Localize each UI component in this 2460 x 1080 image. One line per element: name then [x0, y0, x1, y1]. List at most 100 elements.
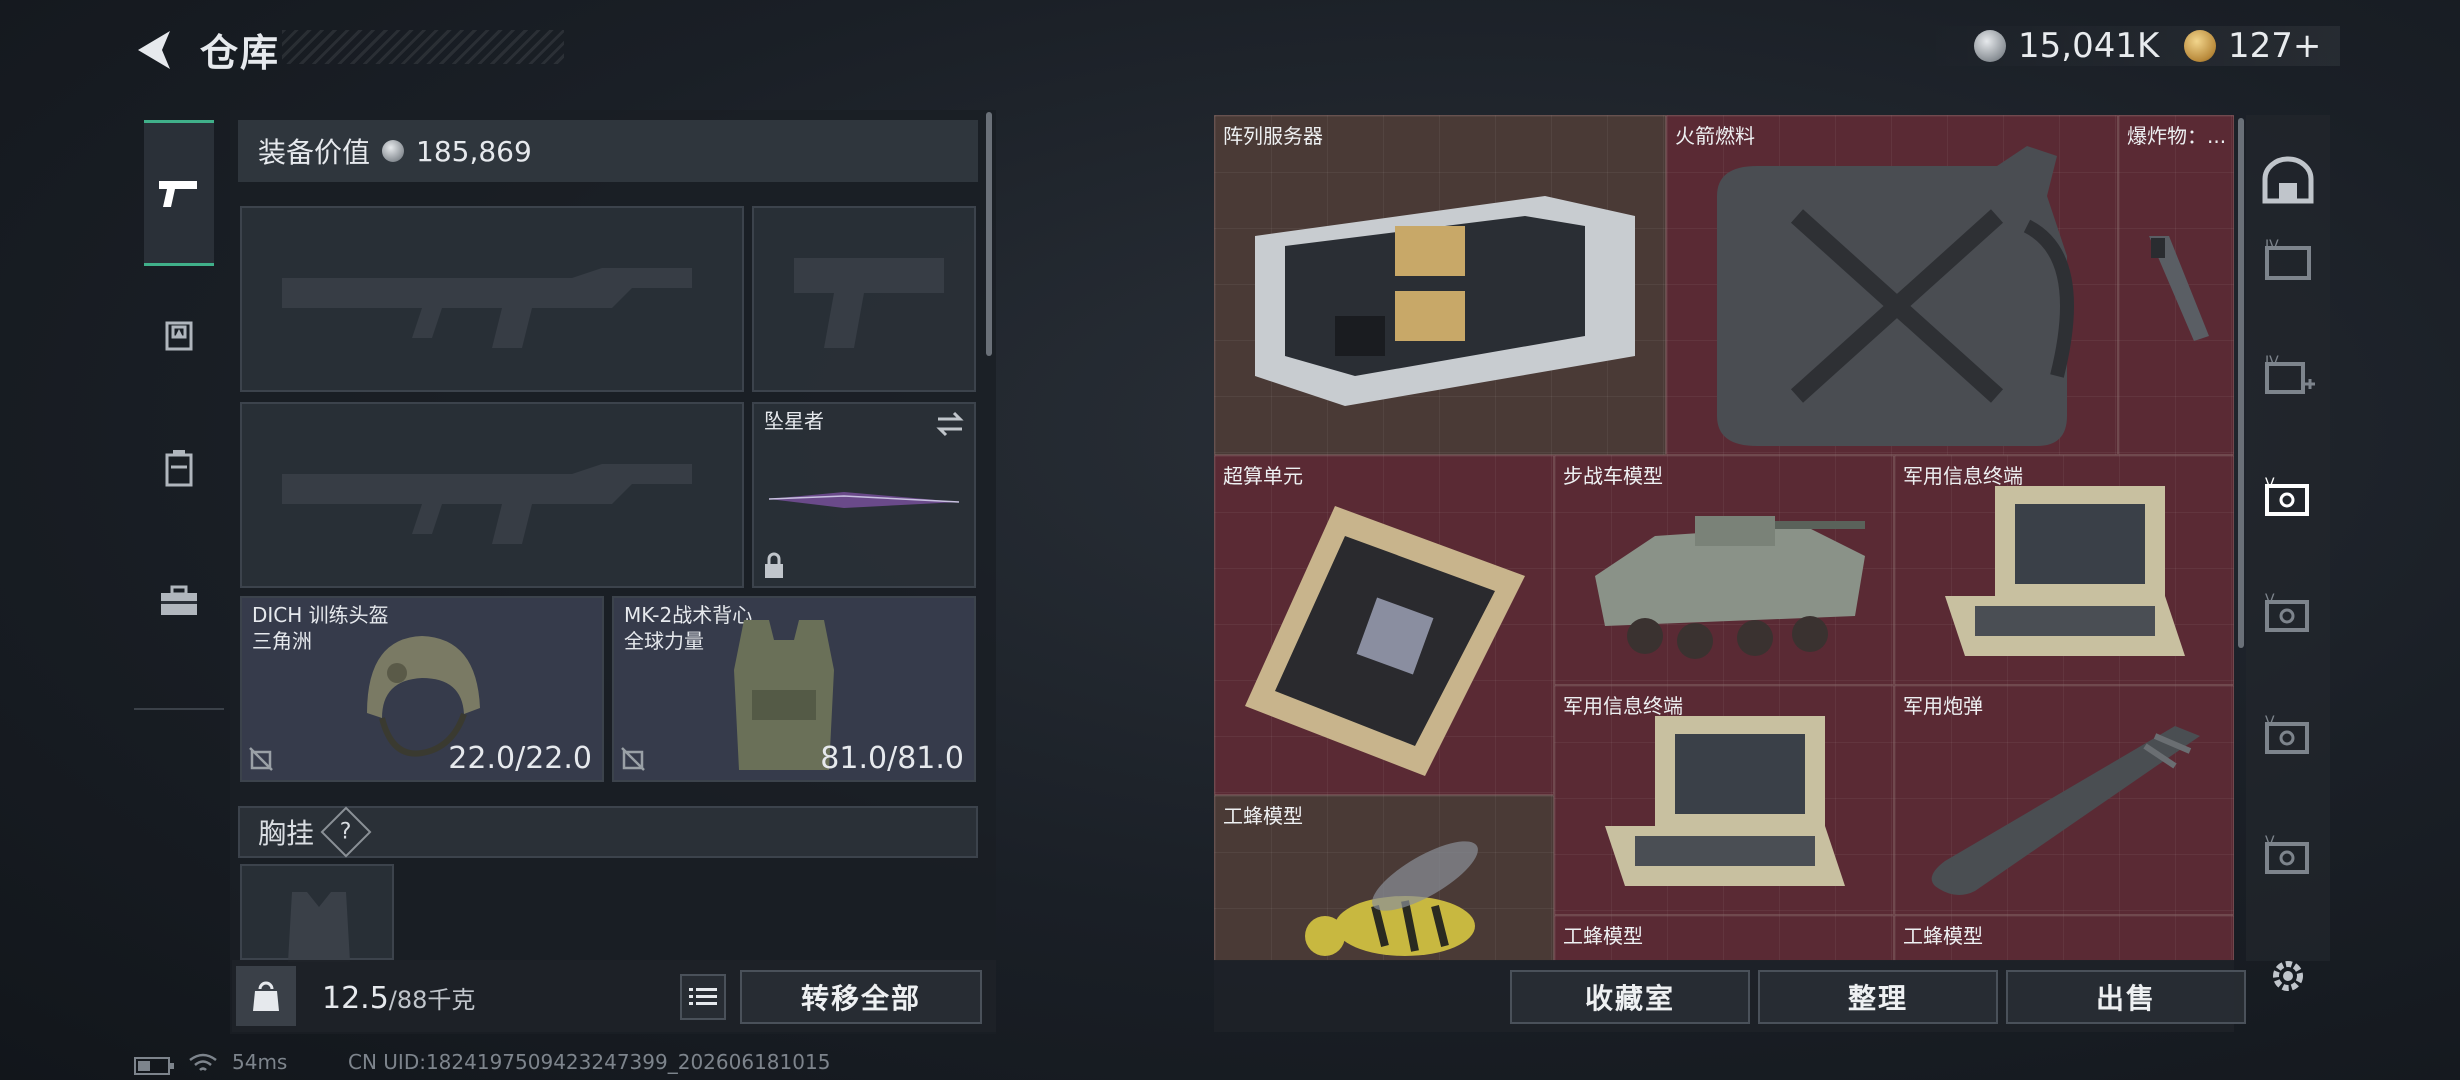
help-icon[interactable]: ?: [320, 806, 372, 858]
silver-amount: 15,041K: [2018, 26, 2160, 66]
vest-subtitle: 全球力量: [624, 629, 704, 653]
back-arrow-icon[interactable]: [130, 25, 180, 75]
helmet-durability: 22.0/22.0: [448, 741, 592, 776]
page-title: 仓库: [200, 31, 281, 75]
expansion-box-icon: V: [2265, 592, 2309, 632]
svg-text:V: V: [2265, 592, 2275, 608]
gold-currency[interactable]: 127+: [2184, 24, 2321, 68]
vault-icon: [2262, 156, 2314, 204]
detonator-icon: [2149, 236, 2209, 341]
expansion-box-icon: IV: [2265, 238, 2311, 280]
storage-tab-v-2[interactable]: V: [2256, 582, 2320, 646]
toolbox-icon: [161, 585, 197, 615]
pistol-silhouette-icon: [794, 258, 944, 348]
chest-rig-slot[interactable]: [240, 864, 394, 962]
svg-text:IV: IV: [2265, 238, 2279, 254]
grid-item[interactable]: 步战车模型: [1554, 455, 1894, 685]
grid-item[interactable]: 军用信息终端: [1894, 455, 2234, 685]
item-label: 爆炸物：...: [2127, 124, 2227, 148]
grid-item[interactable]: 火箭燃料: [1666, 115, 2118, 455]
rail-toolbox[interactable]: [144, 566, 214, 636]
expansion-box-icon: V: [2265, 834, 2309, 874]
storage-tab-v-4[interactable]: V: [2256, 824, 2320, 888]
artillery-shell-icon: [1931, 726, 2200, 895]
storage-tab-main[interactable]: [2256, 148, 2320, 212]
battery-icon: [134, 1057, 174, 1075]
storage-tab-iv-add[interactable]: IV: [2256, 344, 2320, 408]
primary-weapon-slot[interactable]: [240, 206, 744, 392]
svg-text:V: V: [2265, 476, 2275, 492]
item-label: 工蜂模型: [1563, 924, 1643, 948]
silver-currency[interactable]: 15,041K: [1974, 24, 2159, 68]
expansion-box-icon: V: [2265, 714, 2309, 754]
vest-durability: 81.0/81.0: [820, 741, 964, 776]
secondary-weapon-slot[interactable]: [752, 206, 976, 392]
swap-icon[interactable]: [934, 410, 966, 438]
vest-slot[interactable]: MK-2战术背心 全球力量 81.0/81.0: [612, 596, 976, 782]
transfer-all-button[interactable]: 转移全部: [740, 970, 982, 1024]
wasp-model-icon: [1305, 841, 1478, 956]
weight-icon-box: [236, 966, 296, 1026]
no-insurance-icon: [249, 747, 273, 771]
rifle-silhouette-icon: [282, 464, 692, 544]
grid-item[interactable]: 超算单元: [1214, 455, 1554, 795]
helmet-subtitle: 三角洲: [252, 629, 312, 653]
helmet-slot[interactable]: DICH 训练头盔 三角洲 22.0/22.0: [240, 596, 604, 782]
rail-weapons[interactable]: [144, 120, 214, 266]
organize-button[interactable]: 整理: [1758, 970, 1998, 1024]
gold-amount: 127+: [2228, 26, 2322, 66]
svg-text:IV: IV: [2265, 354, 2279, 370]
no-insurance-icon: [621, 747, 645, 771]
expansion-box-active-icon: V: [2265, 476, 2309, 516]
category-rail: [134, 108, 224, 710]
wifi-icon: [189, 1053, 217, 1071]
svg-text:V: V: [2265, 834, 2275, 850]
fuel-canister-icon: [1717, 146, 2074, 446]
melee-slot[interactable]: 坠星者: [752, 402, 976, 588]
collection-room-button[interactable]: 收藏室: [1510, 970, 1750, 1024]
grid-item[interactable]: 爆炸物：...: [2118, 115, 2234, 455]
equipment-scrollbar[interactable]: [986, 112, 992, 356]
military-terminal-icon: [1945, 486, 2185, 656]
chest-rig-header: 胸挂 ?: [238, 806, 978, 858]
storage-tab-iv-1[interactable]: IV: [2256, 228, 2320, 292]
grid-item[interactable]: 军用信息终端: [1554, 685, 1894, 915]
item-label: 阵列服务器: [1223, 124, 1323, 148]
settings-button[interactable]: [2256, 944, 2320, 1008]
military-terminal-icon: [1605, 716, 1845, 886]
supercomputer-unit-icon: [1245, 506, 1525, 776]
list-view-button[interactable]: [680, 974, 726, 1020]
item-label: 工蜂模型: [1223, 804, 1303, 828]
rail-backpack[interactable]: [144, 433, 214, 503]
ping-readout: 54ms: [232, 1050, 288, 1074]
knife-icon: [768, 492, 960, 508]
sell-button[interactable]: 出售: [2006, 970, 2246, 1024]
svg-text:V: V: [2265, 714, 2275, 730]
inventory-scrollbar[interactable]: [2238, 118, 2244, 648]
list-icon: [689, 988, 717, 1005]
grid-item[interactable]: 工蜂模型: [1554, 915, 1894, 961]
gear-icon: [2273, 961, 2303, 991]
silver-coin-icon: [382, 140, 405, 162]
uid-readout: CN UID:1824197509423247399_202606181015: [348, 1050, 831, 1074]
weight-current: 12.5: [322, 981, 389, 1016]
storage-tab-v-3[interactable]: V: [2256, 704, 2320, 768]
rail-armor[interactable]: [144, 300, 214, 370]
grid-item[interactable]: 工蜂模型: [1894, 915, 2234, 961]
equipment-value-bar: 装备价值 185,869: [238, 120, 978, 182]
chest-rig-label: 胸挂: [258, 817, 315, 850]
gold-coin-icon: [2184, 30, 2216, 62]
equipment-value: 185,869: [416, 134, 532, 168]
storage-tab-v-active[interactable]: V: [2256, 466, 2320, 530]
title-decoration: [282, 30, 564, 64]
secondary-rifle-slot[interactable]: [240, 402, 744, 588]
grid-item[interactable]: 军用炮弹: [1894, 685, 2234, 915]
weight-readout: 12.5/88千克: [322, 980, 475, 1016]
weight-max: /88千克: [388, 986, 476, 1014]
grid-item[interactable]: 工蜂模型: [1214, 795, 1554, 961]
ifv-model-icon: [1595, 516, 1865, 659]
item-label: 超算单元: [1223, 464, 1303, 488]
inventory-grid: 阵列服务器 火箭燃料 爆炸物：... 超算单元 步战车模型 军用信息终端 军用信…: [1214, 115, 2234, 961]
helmet-armor-icon: [165, 321, 193, 351]
grid-item[interactable]: 阵列服务器: [1214, 115, 1666, 455]
